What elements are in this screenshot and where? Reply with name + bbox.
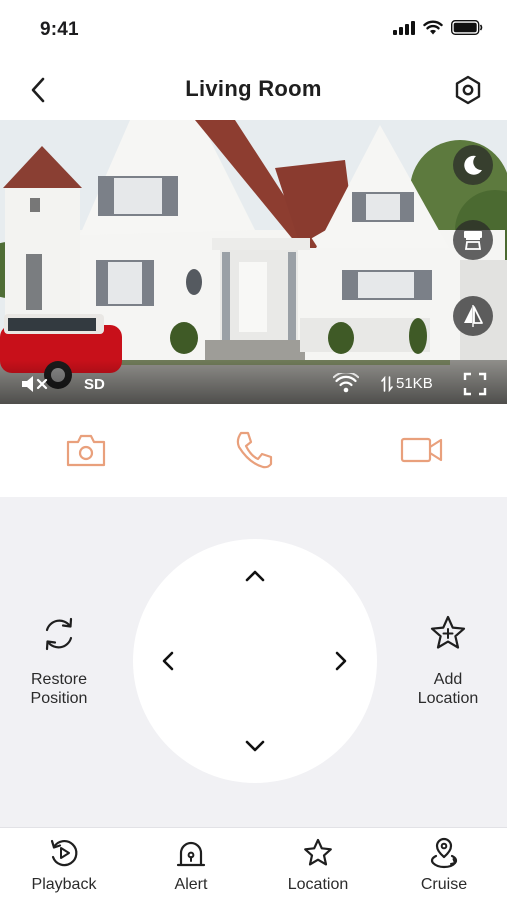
direction-pad[interactable] (133, 539, 377, 783)
playback-icon (50, 839, 78, 867)
video-icon (400, 437, 443, 463)
bottom-tab-bar: Playback Alert Location Cruise (0, 827, 507, 900)
tab-label: Cruise (420, 876, 468, 893)
record-button[interactable] (400, 430, 444, 470)
alert-icon (176, 841, 206, 867)
action-row (0, 404, 507, 497)
tab-label: Alert (174, 876, 208, 893)
add-location-label: Add Location (417, 671, 479, 707)
camera-icon (66, 434, 106, 467)
tab-location[interactable]: Location (263, 836, 373, 894)
status-time: 9:41 (40, 19, 79, 40)
status-bar: 9:41 (0, 0, 507, 60)
phone-icon (236, 431, 273, 469)
pan-up-button[interactable] (240, 561, 270, 591)
battery-icon (451, 20, 483, 35)
live-video[interactable]: SD 51KB (0, 120, 507, 404)
privacy-shield-icon (464, 231, 482, 250)
pan-down-button[interactable] (240, 731, 270, 761)
flip-image-button[interactable] (453, 296, 493, 336)
tab-cruise[interactable]: Cruise (389, 836, 499, 894)
ptz-control-panel: Restore Position Add Location (0, 497, 507, 827)
nav-bar: Living Room (0, 60, 507, 120)
wifi-icon (332, 371, 360, 393)
pan-left-button[interactable] (153, 646, 183, 676)
transfer-arrows-icon (381, 375, 393, 392)
star-icon (304, 838, 332, 866)
wifi-status-icon (423, 20, 443, 35)
chevron-up-icon (245, 570, 265, 582)
chevron-down-icon (245, 740, 265, 752)
page-title: Living Room (185, 76, 322, 101)
talk-button[interactable] (232, 430, 276, 470)
restore-position-label: Restore Position (30, 671, 88, 707)
moon-icon (464, 155, 482, 175)
speaker-muted-icon (22, 376, 48, 392)
fullscreen-button[interactable] (463, 372, 487, 401)
privacy-mode-button[interactable] (453, 220, 493, 260)
tab-label: Playback (31, 876, 97, 893)
settings-button[interactable] (451, 73, 485, 107)
tab-playback[interactable]: Playback (9, 836, 119, 894)
tab-label: Location (287, 876, 349, 893)
wifi-signal-indicator (332, 371, 360, 398)
night-mode-button[interactable] (453, 145, 493, 185)
hexagon-settings-icon (455, 75, 481, 105)
signal-icon (393, 20, 415, 35)
pan-right-button[interactable] (326, 646, 356, 676)
add-location-button[interactable]: Add Location (388, 614, 507, 708)
mute-button[interactable] (20, 373, 50, 400)
camera-feed-image (0, 120, 507, 404)
snapshot-button[interactable] (64, 430, 108, 470)
video-toolbar: SD 51KB (0, 364, 507, 404)
restore-position-button[interactable]: Restore Position (0, 614, 119, 708)
bitrate-value: 51KB (396, 375, 433, 392)
flip-icon (464, 305, 483, 327)
status-icons (393, 20, 483, 35)
tab-alert[interactable]: Alert (136, 836, 246, 894)
quality-toggle[interactable]: SD (84, 376, 105, 393)
bitrate-indicator: 51KB (381, 375, 433, 392)
cruise-icon (430, 837, 458, 869)
fullscreen-icon (463, 372, 487, 396)
star-plus-icon (430, 615, 466, 649)
chevron-left-icon (162, 651, 174, 671)
refresh-icon (45, 617, 73, 651)
chevron-right-icon (335, 651, 347, 671)
